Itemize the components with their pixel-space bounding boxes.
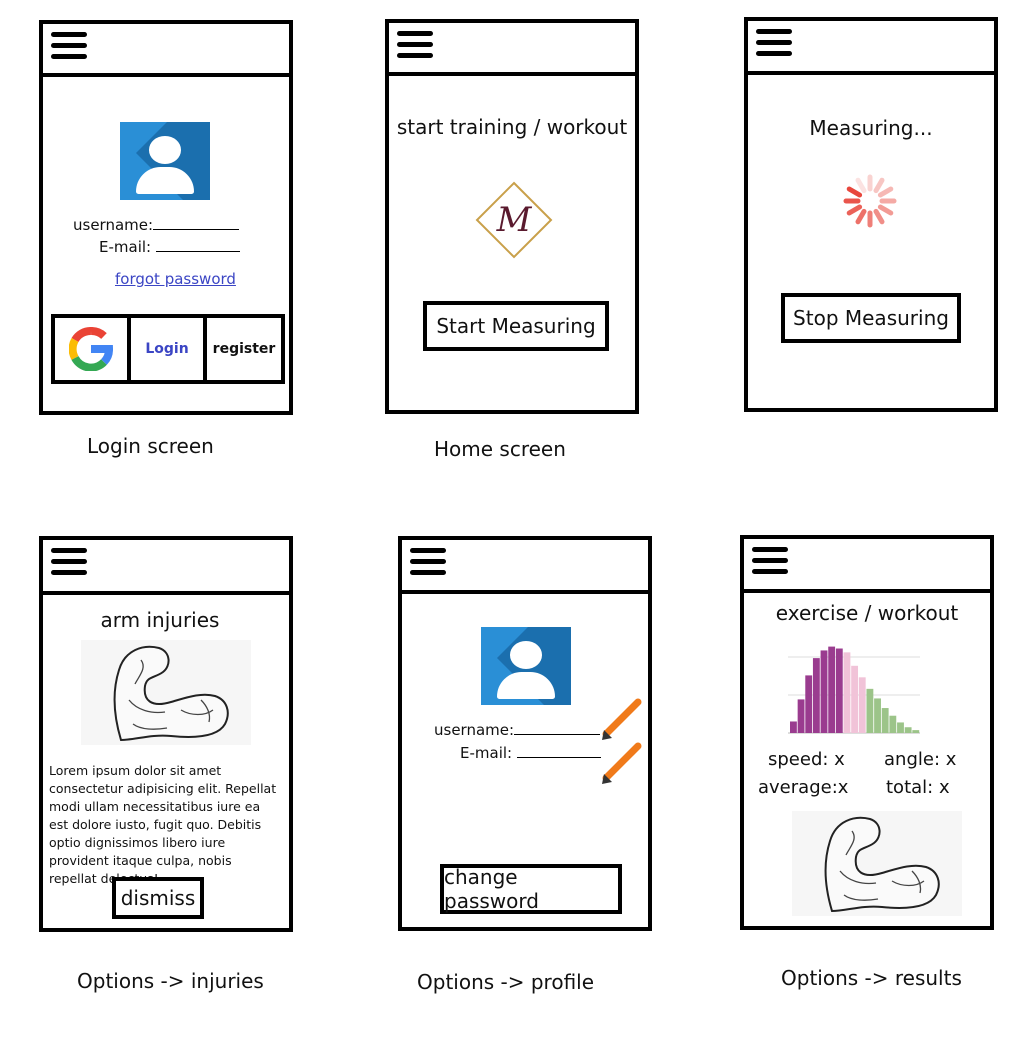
profile-email-label: E-mail: (460, 744, 513, 762)
profile-username-field[interactable]: username: (434, 721, 601, 739)
spinner-tick (846, 204, 863, 216)
speed-stat: speed: x (768, 749, 845, 770)
hamburger-menu-icon[interactable] (397, 31, 433, 59)
histogram-bar (889, 715, 897, 733)
email-field[interactable]: E-mail: (99, 238, 240, 256)
email-label: E-mail: (99, 238, 152, 256)
results-arm-illustration (792, 811, 962, 916)
logo-letter: M (496, 200, 533, 240)
measuring-top-bar (748, 21, 994, 75)
spinner-tick (855, 177, 867, 194)
profile-top-bar (402, 540, 648, 594)
register-button[interactable]: register (207, 318, 281, 380)
spinner-tick (846, 186, 863, 198)
spinner-tick (877, 204, 894, 216)
user-avatar-icon (120, 122, 210, 200)
login-phone-frame: username: E-mail: forgot password Login … (39, 20, 293, 415)
results-histogram-chart (788, 646, 920, 734)
measuring-phone-frame: Measuring... Stop Measuring (744, 17, 998, 412)
profile-email-field[interactable]: E-mail: (460, 744, 601, 762)
login-top-bar (43, 24, 289, 77)
edit-username-pencil-icon[interactable] (598, 698, 644, 744)
spinner-tick (873, 208, 885, 225)
home-phone-frame: start training / workout M Start Measuri… (385, 19, 639, 414)
hamburger-menu-icon[interactable] (752, 547, 788, 575)
start-measuring-label: Start Measuring (436, 314, 596, 338)
histogram-bar (897, 722, 904, 733)
login-button-label: Login (145, 341, 189, 357)
home-screen-caption: Home screen (434, 437, 566, 461)
app-logo-icon: M (475, 181, 553, 259)
results-screen-caption: Options -> results (781, 966, 962, 990)
change-password-label: change password (444, 865, 539, 913)
histogram-bar (835, 648, 843, 733)
profile-phone-frame: username: E-mail: change password (398, 536, 652, 931)
measuring-title: Measuring... (809, 116, 933, 140)
histogram-bar (820, 650, 828, 733)
spinner-tick (873, 177, 885, 194)
average-stat: average:x (758, 777, 849, 798)
injuries-screen-caption: Options -> injuries (77, 969, 264, 993)
total-stat: total: x (886, 777, 950, 798)
username-label: username: (73, 216, 154, 234)
histogram-bar (812, 658, 820, 733)
dismiss-button[interactable]: dismiss (112, 877, 204, 919)
hamburger-menu-icon[interactable] (410, 548, 446, 576)
google-login-button[interactable] (55, 318, 131, 380)
results-top-bar (744, 539, 990, 593)
login-screen-caption: Login screen (87, 434, 214, 458)
stop-measuring-button[interactable]: Stop Measuring (781, 293, 961, 343)
flexed-arm-illustration (81, 640, 251, 745)
home-title: start training / workout (396, 115, 628, 139)
injuries-phone-frame: arm injuries Lorem ipsum dolor sit amet … (39, 536, 293, 932)
histogram-bar (851, 665, 859, 733)
loading-spinner-icon (843, 174, 897, 228)
histogram-bar (858, 677, 866, 733)
login-button-row: Login register (51, 314, 285, 384)
histogram-bar (828, 646, 836, 733)
histogram-bar (790, 721, 797, 733)
results-title: exercise / workout (775, 601, 959, 625)
angle-stat: angle: x (884, 749, 957, 770)
username-field[interactable]: username: (73, 216, 240, 234)
google-icon (69, 327, 113, 371)
profile-screen-caption: Options -> profile (417, 970, 595, 994)
results-phone-frame: exercise / workout speed: x angle: x ave… (740, 535, 994, 930)
login-button[interactable]: Login (131, 318, 207, 380)
start-measuring-button[interactable]: Start Measuring (423, 301, 609, 351)
spinner-tick (855, 208, 867, 225)
histogram-bar (843, 652, 851, 733)
histogram-bar (874, 698, 881, 733)
stop-measuring-label: Stop Measuring (793, 306, 949, 330)
change-password-button[interactable]: change password (440, 864, 622, 914)
home-top-bar (389, 23, 635, 76)
histogram-bar (912, 730, 920, 733)
register-button-label: register (212, 341, 276, 357)
histogram-bar (797, 699, 805, 733)
profile-avatar-icon (481, 627, 571, 705)
injuries-title: arm injuries (100, 608, 220, 632)
edit-email-pencil-icon[interactable] (598, 742, 644, 788)
histogram-bar (881, 708, 889, 733)
spinner-tick (877, 186, 894, 198)
dismiss-label: dismiss (120, 886, 196, 910)
histogram-bar (866, 688, 874, 733)
injuries-top-bar (43, 540, 289, 595)
hamburger-menu-icon[interactable] (51, 32, 87, 60)
histogram-bar (805, 675, 813, 733)
hamburger-menu-icon[interactable] (51, 548, 87, 576)
injuries-description: Lorem ipsum dolor sit amet consectetur a… (49, 763, 277, 886)
histogram-bar (904, 727, 912, 733)
profile-username-label: username: (434, 721, 515, 739)
hamburger-menu-icon[interactable] (756, 29, 792, 57)
forgot-password-link[interactable]: forgot password (115, 270, 236, 288)
